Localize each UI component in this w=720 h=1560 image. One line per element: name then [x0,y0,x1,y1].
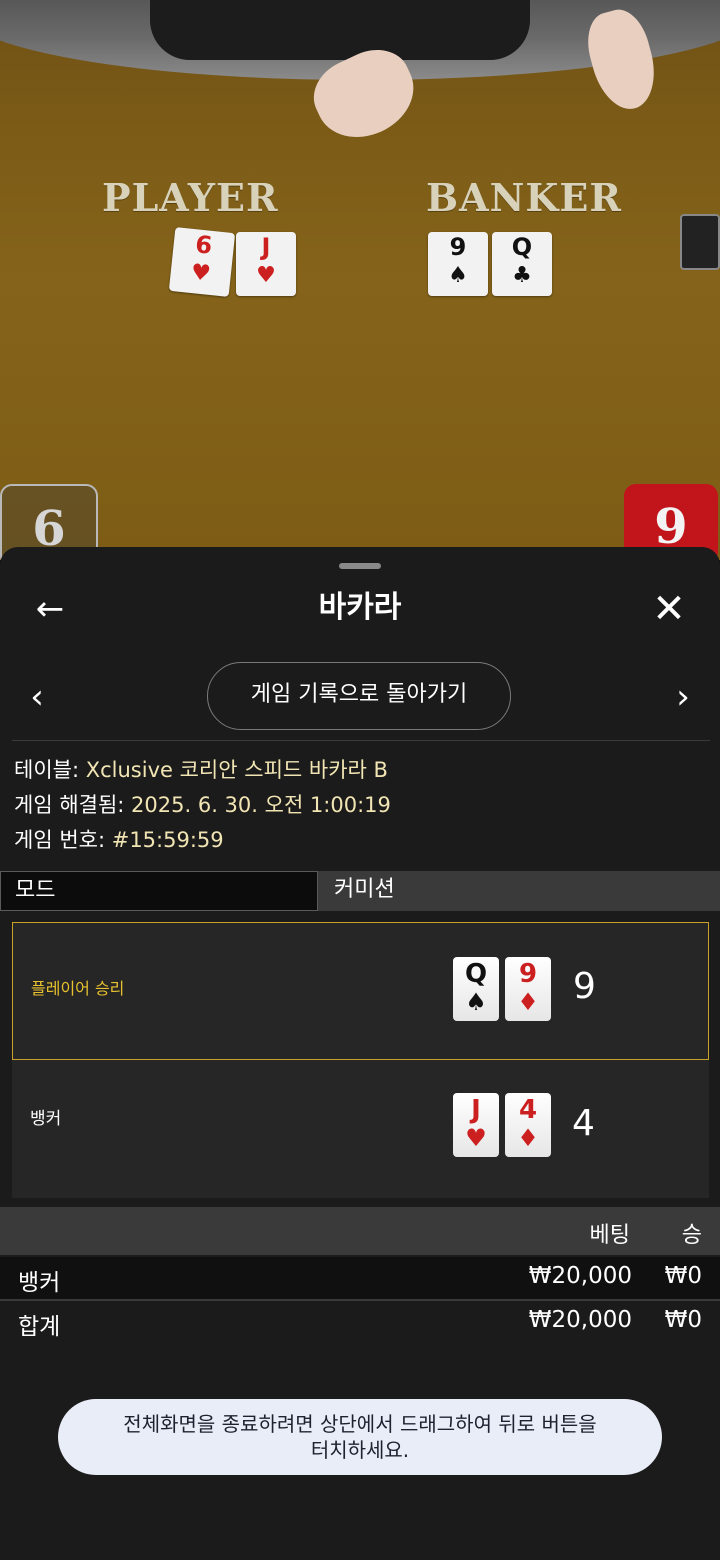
game-detail-sheet: ← 바카라 ✕ ‹ 게임 기록으로 돌아가기 › 테이블: Xclusive 코… [0,547,720,1560]
mode-label: 모드 [0,871,318,911]
player-zone-label: PLAYER [102,175,279,220]
back-to-history-button[interactable]: 게임 기록으로 돌아가기 [207,662,511,730]
card-rank: 9 [449,233,467,261]
dealer-torso [150,0,530,60]
table-info: 테이블: Xclusive 코리안 스피드 바카라 B [14,755,388,785]
fullscreen-hint-toast: 전체화면을 종료하려면 상단에서 드래그하여 뒤로 버튼을 터치하세요. [58,1399,662,1475]
bets-table-header: 베팅 승 [0,1207,720,1255]
card-suit-icon: ♠ [448,263,468,288]
bet-amount-cell: ₩20,000 [528,1263,632,1289]
player-result-card-2: 9 ♦ [505,957,551,1021]
banker-result-score: 4 [572,1103,595,1144]
card-rank: 4 [518,1095,538,1125]
spade-icon: ♠ [465,988,487,1016]
table-label: 테이블: [14,758,80,782]
banker-result-row: 뱅커 J ♥ 4 ♦ 4 [12,1060,709,1198]
card-rank: Q [464,959,488,989]
banker-zone-label: BANKER [426,175,622,220]
resolved-value: 2025. 6. 30. 오전 1:00:19 [131,793,391,817]
banker-video-card-2: Q ♣ [492,232,552,296]
table-value: Xclusive 코리안 스피드 바카라 B [85,758,388,782]
table-row: 뱅커 ₩20,000 ₩0 [0,1257,720,1299]
player-video-card-1: 6 ♥ [168,227,236,297]
previous-game-chevron-icon[interactable]: ‹ [22,677,52,717]
heart-icon: ♥ [465,1124,487,1152]
card-suit-icon: ♣ [512,263,532,288]
resolved-info: 게임 해결됨: 2025. 6. 30. 오전 1:00:19 [14,790,391,820]
diamond-icon: ♦ [517,988,539,1016]
player-result-score: 9 [573,966,596,1007]
banker-video-card-1: 9 ♠ [428,232,488,296]
player-video-card-2: J ♥ [236,232,296,296]
game-number-value: #15:59:59 [111,828,224,852]
total-label: 합계 [18,1314,61,1340]
card-rank: 9 [518,959,538,989]
card-rank: Q [511,233,533,261]
card-rank: J [471,1095,481,1125]
card-suit-icon: ♥ [256,263,276,288]
player-result-card-1: Q ♠ [453,957,499,1021]
win-column-header: 승 [681,1223,702,1248]
banker-result-label: 뱅커 [30,1109,62,1129]
mode-row: 모드 커미션 [0,871,720,911]
drag-handle[interactable] [339,563,381,569]
resolved-label: 게임 해결됨: [14,793,125,817]
toast-line-1: 전체화면을 종료하려면 상단에서 드래그하여 뒤로 버튼을 [123,1412,597,1436]
banker-result-card-1: J ♥ [453,1093,499,1157]
bet-type-cell: 뱅커 [18,1270,61,1296]
game-number-label: 게임 번호: [14,828,106,852]
next-game-chevron-icon[interactable]: › [668,677,698,717]
card-rank: J [261,233,271,261]
total-bet: ₩20,000 [528,1307,632,1333]
win-amount-cell: ₩0 [664,1263,702,1289]
game-number-info: 게임 번호: #15:59:59 [14,825,224,855]
total-row: 합계 ₩20,000 ₩0 [0,1299,720,1343]
divider [12,740,710,741]
card-rank: 6 [194,230,214,260]
bet-column-header: 베팅 [589,1223,630,1248]
player-result-row: 플레이어 승리 Q ♠ 9 ♦ 9 [12,922,709,1060]
card-suit-icon: ♥ [189,259,212,287]
total-win: ₩0 [664,1307,702,1333]
diamond-icon: ♦ [517,1124,539,1152]
card-shoe [680,214,720,270]
toast-line-2: 터치하세요. [310,1438,410,1462]
banker-result-card-2: 4 ♦ [505,1093,551,1157]
player-result-label: 플레이어 승리 [31,979,125,998]
page-title: 바카라 [318,590,402,625]
mode-value: 커미션 [318,871,720,911]
close-icon[interactable]: ✕ [645,585,693,633]
live-video: PLAYER BANKER 6 ♥ J ♥ 9 ♠ Q ♣ 6 9 [0,0,720,560]
